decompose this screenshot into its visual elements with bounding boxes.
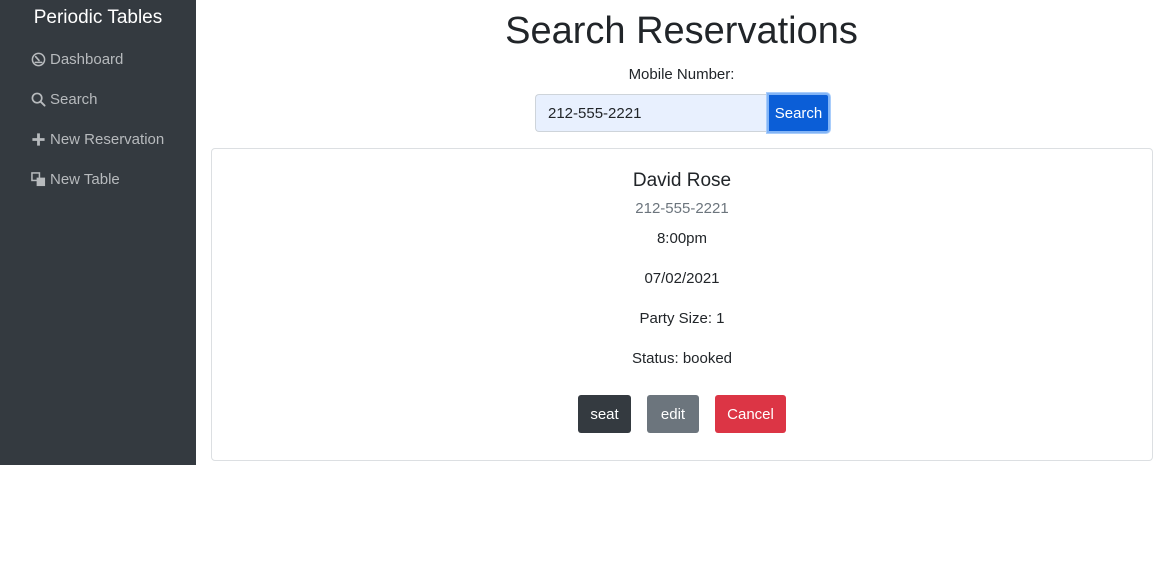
sidebar-item-label: Search: [50, 90, 98, 108]
sidebar: Periodic Tables Dashboard Search New Res…: [0, 0, 196, 465]
reservation-status: Status: booked: [631, 350, 733, 367]
plus-icon: [30, 131, 46, 147]
sidebar-item-label: Dashboard: [50, 50, 124, 68]
sidebar-nav: Dashboard Search New Reservation New Tab…: [30, 48, 164, 208]
sidebar-item-label: New Reservation: [50, 130, 165, 148]
reservation-date: 07/02/2021: [644, 270, 720, 287]
new-table-icon: [30, 171, 46, 187]
dashboard-icon: [30, 51, 46, 67]
mobile-number-label: Mobile Number:: [628, 66, 735, 83]
app-brand[interactable]: Periodic Tables: [0, 6, 196, 30]
reservation-name: David Rose: [632, 170, 732, 191]
reservation-card: David Rose 212-555-2221 8:00pm 07/02/202…: [211, 148, 1153, 461]
cancel-button[interactable]: Cancel: [715, 395, 786, 433]
sidebar-item-new-table[interactable]: New Table: [30, 168, 164, 190]
reservation-party-size: Party Size: 1: [639, 310, 725, 327]
sidebar-item-label: New Table: [50, 170, 120, 188]
search-icon: [30, 91, 46, 107]
search-button[interactable]: Search: [767, 93, 830, 133]
page-title: Search Reservations: [505, 10, 858, 52]
seat-button[interactable]: seat: [578, 395, 631, 433]
reservation-phone: 212-555-2221: [635, 200, 729, 217]
reservation-time: 8:00pm: [656, 230, 708, 247]
edit-button[interactable]: edit: [647, 395, 699, 433]
sidebar-item-search[interactable]: Search: [30, 88, 164, 110]
sidebar-item-new-reservation[interactable]: New Reservation: [30, 128, 164, 150]
sidebar-item-dashboard[interactable]: Dashboard: [30, 48, 164, 70]
mobile-number-input[interactable]: [535, 94, 767, 132]
